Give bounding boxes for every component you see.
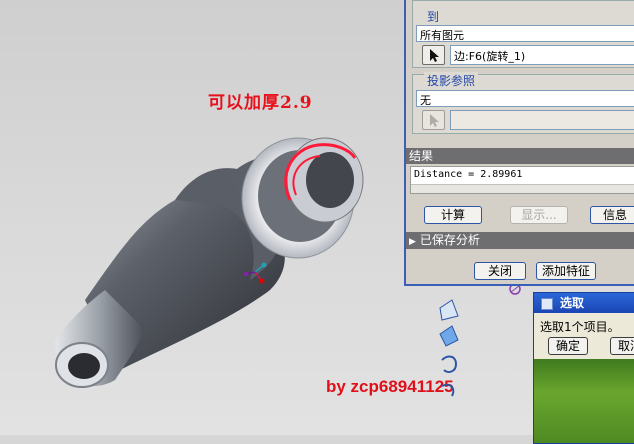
select-dialog-message: 选取1个项目。 xyxy=(540,320,620,334)
arrow-cursor-icon xyxy=(430,49,439,62)
arrow-cursor-icon xyxy=(430,114,439,127)
toolbar-icons xyxy=(439,299,459,397)
desktop-background xyxy=(534,359,634,443)
select-dialog-titlebar[interactable]: 选取 xyxy=(534,293,634,313)
to-group-legend: 到 xyxy=(424,8,443,25)
to-select-button[interactable] xyxy=(422,45,445,65)
measure-dialog: 到 所有图元 边:F6(旋转_1) 投影参照 无 结果 Distance = 2… xyxy=(404,0,634,286)
saved-analysis-label: 已保存分析 xyxy=(419,233,480,247)
thickness-annotation: 可以加厚2.9 xyxy=(208,93,313,113)
pipe-inner xyxy=(306,152,354,208)
revolve-icon[interactable] xyxy=(441,355,458,373)
result-box: Distance = 2.89961 xyxy=(410,166,634,194)
projection-group-legend: 投影参照 xyxy=(424,72,479,89)
info-button[interactable]: 信息 xyxy=(590,206,634,224)
result-header: 结果 xyxy=(406,148,634,164)
compute-button[interactable]: 计算 xyxy=(424,206,482,224)
ok-button[interactable]: 确定 xyxy=(548,337,588,355)
select-dialog-title: 选取 xyxy=(560,296,585,310)
cancel-button[interactable]: 取消 xyxy=(610,337,634,355)
extrude-icon[interactable] xyxy=(439,325,459,347)
projection-select-button[interactable] xyxy=(422,110,445,130)
close-button[interactable]: 关闭 xyxy=(474,262,526,280)
to-entity-dropdown[interactable]: 所有图元 xyxy=(416,25,634,42)
expand-arrow-icon: ▶ xyxy=(409,237,416,247)
window-icon xyxy=(541,298,553,310)
result-text: Distance = 2.89961 xyxy=(414,169,523,180)
projection-selection-field[interactable] xyxy=(450,110,634,130)
to-selection-field[interactable]: 边:F6(旋转_1) xyxy=(450,45,634,65)
select-dialog: 选取 选取1个项目。 确定 取消 xyxy=(533,292,634,444)
projection-dropdown[interactable]: 无 xyxy=(416,90,634,107)
plane-icon[interactable] xyxy=(439,299,459,321)
add-feature-button[interactable]: 添加特征 xyxy=(536,262,596,280)
show-button[interactable]: 显示... xyxy=(510,206,568,224)
saved-analysis-bar[interactable]: ▶ 已保存分析 xyxy=(406,232,634,249)
sweep-icon[interactable] xyxy=(441,383,455,397)
result-scrollbar[interactable] xyxy=(411,184,634,193)
